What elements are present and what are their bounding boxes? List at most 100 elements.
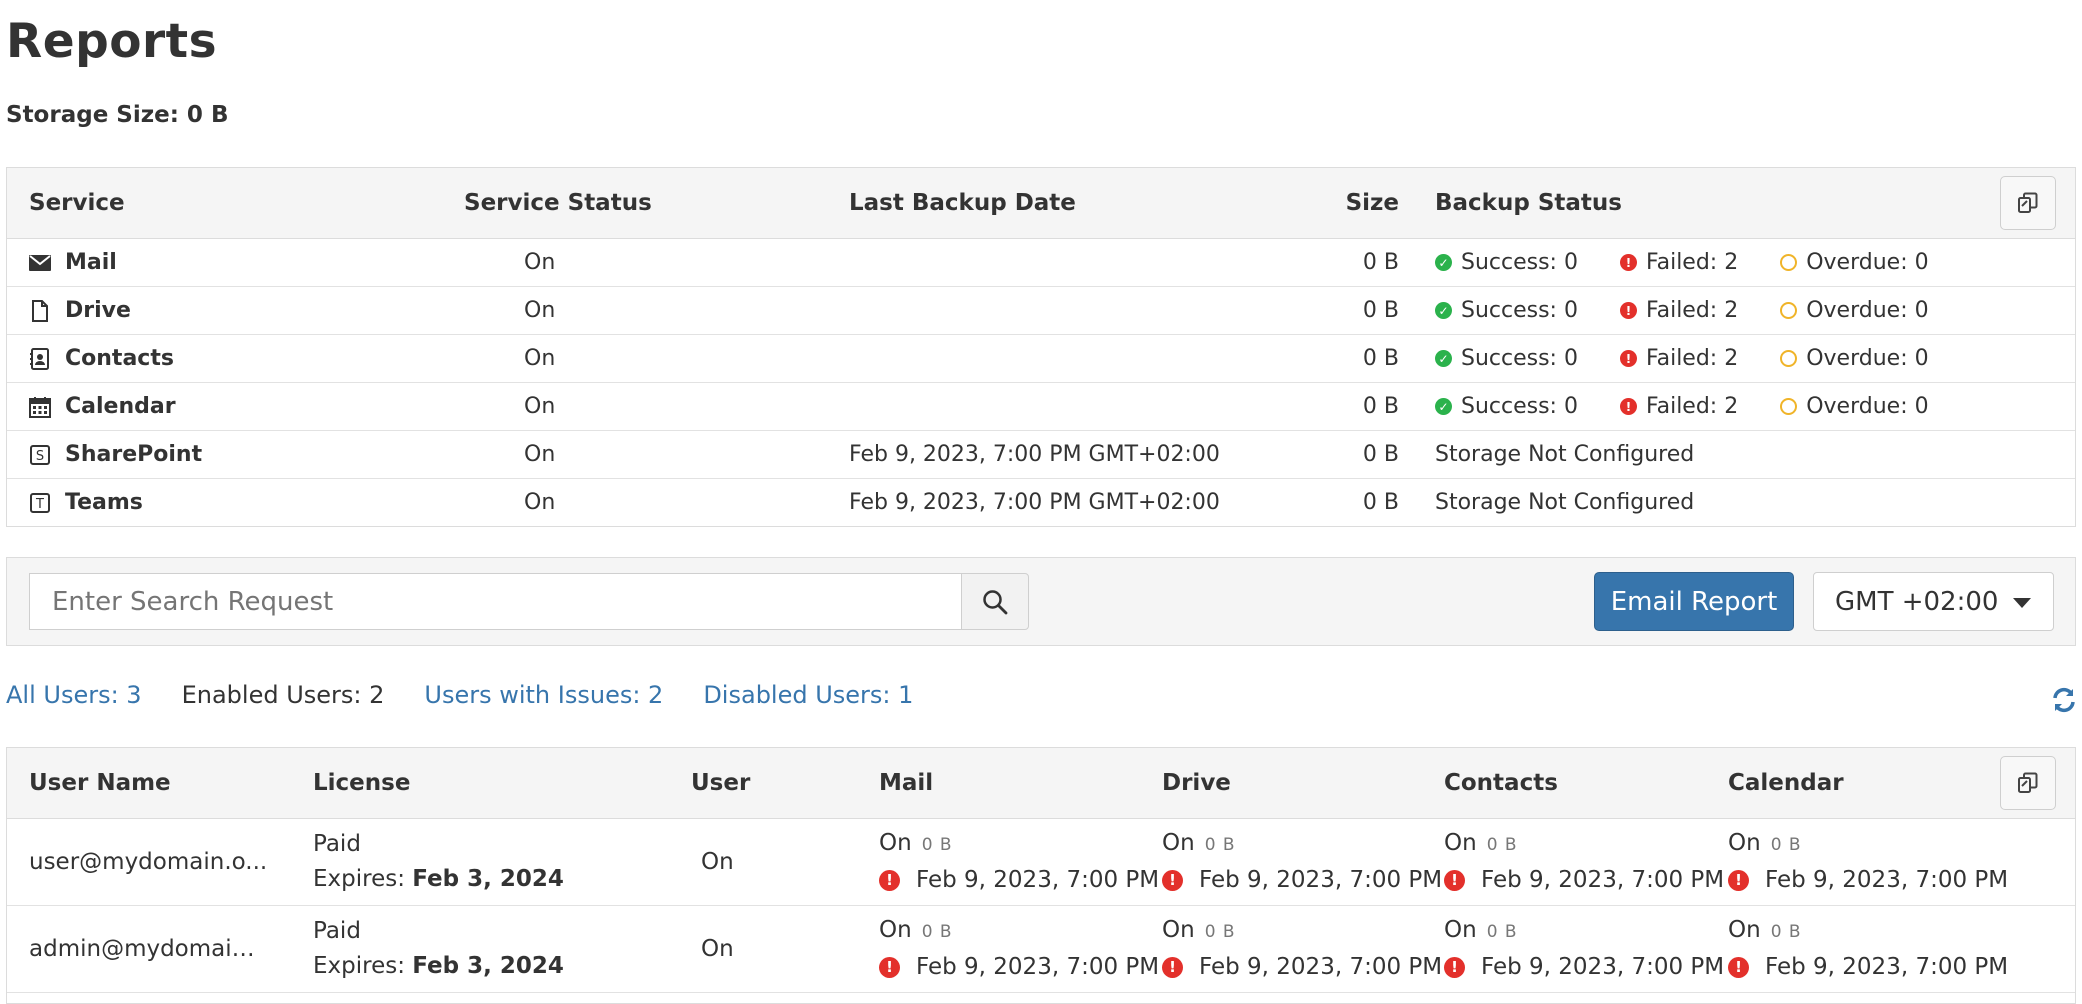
service-status: On: [524, 346, 556, 371]
clock-icon: [1780, 254, 1798, 271]
refresh-icon: [2053, 687, 2075, 713]
timezone-select[interactable]: GMT +02:00: [1813, 572, 2054, 631]
header-backup-status: Backup Status: [1435, 190, 1622, 216]
service-size: 0 B: [1362, 250, 1399, 275]
calendar-status: On: [1728, 830, 1761, 856]
services-table: Service Service Status Last Backup Date …: [6, 167, 2076, 527]
user-calendar-cell: On 0 B ! Feb 9, 2023, 7:00 PM: [1728, 906, 2008, 992]
drive-date: Feb 9, 2023, 7:00 PM: [1199, 867, 1443, 893]
exclamation-circle-icon: !: [1619, 254, 1637, 271]
clock-icon: [1780, 350, 1798, 367]
search-input[interactable]: [29, 573, 961, 630]
teams-t-icon: T: [29, 492, 51, 514]
service-row-contacts: Contacts On 0 B ✓ Success: 0 ! Failed: 2 O…: [7, 335, 2075, 383]
service-size: 0 B: [1362, 298, 1399, 323]
refresh-button[interactable]: [2050, 686, 2078, 714]
user-filters: All Users: 3 Enabled Users: 2 Users with…: [6, 681, 953, 709]
expires-date: Feb 3, 2024: [412, 866, 564, 892]
service-status: On: [524, 490, 556, 515]
header-last-backup-date: Last Backup Date: [849, 190, 1076, 216]
table-row[interactable]: admin@mydomain.... Paid Expires: Feb 3, …: [7, 906, 2075, 993]
mail-date: Feb 9, 2023, 7:00 PM: [916, 867, 1160, 893]
copy-services-button[interactable]: [2000, 176, 2056, 230]
filter-all-users[interactable]: All Users: 3: [6, 681, 142, 709]
check-circle-icon: ✓: [1435, 302, 1452, 319]
copy-icon: [2018, 772, 2038, 793]
exclamation-circle-icon: !: [1162, 957, 1183, 978]
contacts-date: Feb 9, 2023, 7:00 PM: [1481, 954, 1725, 980]
mail-status: On: [879, 830, 912, 856]
table-row[interactable]: user@mydomain.o... Paid Expires: Feb 3, …: [7, 819, 2075, 906]
overdue-count: Overdue: 0: [1806, 394, 1929, 419]
check-circle-icon: ✓: [1435, 350, 1452, 367]
service-name: Mail: [65, 250, 117, 275]
search-button[interactable]: [961, 573, 1029, 630]
expires-label: Expires:: [313, 953, 413, 979]
service-status: On: [524, 442, 556, 467]
license-type: Paid: [313, 831, 361, 857]
users-table-header: User Name License User Mail Drive Contac…: [7, 748, 2075, 819]
header-contacts: Contacts: [1444, 770, 1558, 796]
service-row-sharepoint: S SharePoint On Feb 9, 2023, 7:00 PM GMT…: [7, 431, 2075, 479]
header-mail: Mail: [879, 770, 934, 796]
service-size: 0 B: [1362, 442, 1399, 467]
overdue-count: Overdue: 0: [1806, 346, 1929, 371]
expires-date: Feb 3, 2024: [412, 953, 564, 979]
backup-status-note: Storage Not Configured: [1435, 442, 1695, 467]
service-size: 0 B: [1362, 346, 1399, 371]
success-count: Success: 0: [1461, 298, 1578, 323]
mail-status: On: [879, 917, 912, 943]
exclamation-circle-icon: !: [1619, 398, 1637, 415]
failed-count: Failed: 2: [1645, 250, 1739, 275]
exclamation-circle-icon: !: [879, 870, 900, 891]
user-calendar-cell: On 0 B ! Feb 9, 2023, 7:00 PM: [1728, 819, 2008, 905]
calendar-date: Feb 9, 2023, 7:00 PM: [1765, 867, 2009, 893]
last-backup-date: Feb 9, 2023, 7:00 PM GMT+02:00: [849, 490, 1220, 515]
contact-card-icon: [29, 347, 51, 370]
failed-count: Failed: 2: [1645, 346, 1739, 371]
service-name: SharePoint: [65, 442, 203, 467]
header-calendar: Calendar: [1728, 770, 1844, 796]
exclamation-circle-icon: !: [1728, 870, 1749, 891]
exclamation-circle-icon: !: [879, 957, 900, 978]
service-size: 0 B: [1362, 490, 1399, 515]
backup-status-note: Storage Not Configured: [1435, 490, 1695, 515]
exclamation-circle-icon: !: [1444, 870, 1465, 891]
expires-label: Expires:: [313, 866, 413, 892]
sharepoint-s-icon: S: [29, 444, 51, 466]
user-status: On: [701, 849, 734, 875]
drive-status: On: [1162, 917, 1195, 943]
backup-status: ✓ Success: 0 ! Failed: 2 Overdue: 0: [1435, 239, 1971, 286]
filter-users-with-issues[interactable]: Users with Issues: 2: [424, 681, 663, 709]
exclamation-circle-icon: !: [1162, 870, 1183, 891]
service-status: On: [524, 394, 556, 419]
calendar-status: On: [1728, 917, 1761, 943]
overdue-count: Overdue: 0: [1806, 298, 1929, 323]
license-type: Paid: [313, 918, 361, 944]
calendar-size: 0 B: [1770, 922, 1802, 942]
copy-icon: [2018, 192, 2038, 213]
page-title: Reports: [6, 14, 218, 69]
file-icon: [29, 299, 51, 322]
email-report-button[interactable]: Email Report: [1594, 572, 1794, 631]
drive-size: 0 B: [1204, 922, 1236, 942]
service-name: Teams: [65, 490, 143, 515]
clock-icon: [1780, 398, 1798, 415]
overdue-count: Overdue: 0: [1806, 250, 1929, 275]
filter-enabled-users[interactable]: Enabled Users: 2: [182, 681, 385, 709]
filter-disabled-users[interactable]: Disabled Users: 1: [703, 681, 913, 709]
service-status: On: [524, 250, 556, 275]
copy-users-button[interactable]: [2000, 756, 2056, 810]
service-name: Drive: [65, 298, 131, 323]
exclamation-circle-icon: !: [1444, 957, 1465, 978]
calendar-size: 0 B: [1770, 835, 1802, 855]
backup-status: ✓ Success: 0 ! Failed: 2 Overdue: 0: [1435, 383, 1971, 430]
last-backup-date: Feb 9, 2023, 7:00 PM GMT+02:00: [849, 442, 1220, 467]
user-name[interactable]: user@mydomain.o...: [29, 849, 267, 875]
failed-count: Failed: 2: [1645, 298, 1739, 323]
clock-icon: [1780, 302, 1798, 319]
caret-down-icon: [2013, 598, 2031, 608]
user-status: On: [701, 936, 734, 962]
calendar-icon: [29, 396, 51, 418]
user-name[interactable]: admin@mydomain....: [29, 936, 269, 962]
